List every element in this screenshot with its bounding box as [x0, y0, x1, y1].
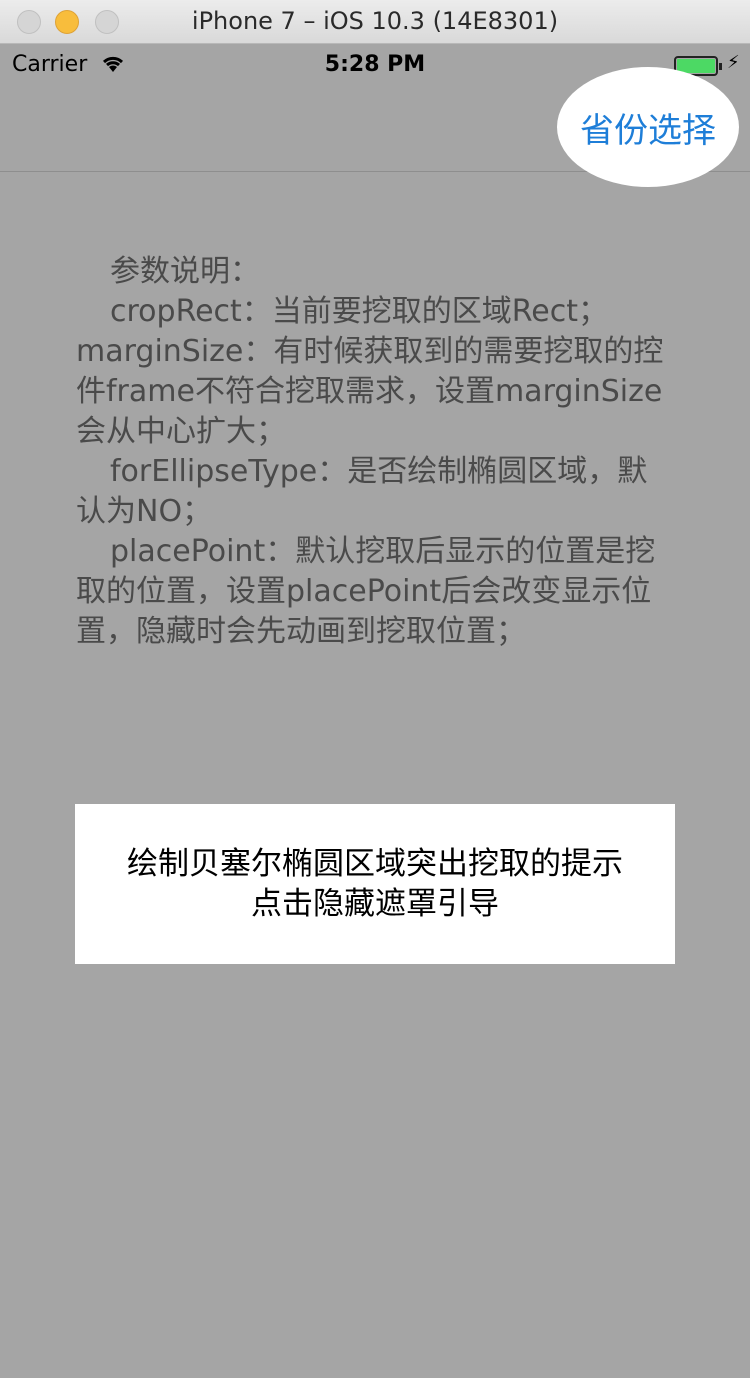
description-line: cropRect：当前要挖取的区域Rect；marginSize：有时候获取到的…: [76, 294, 664, 449]
simulator-title-bar: iPhone 7 – iOS 10.3 (14E8301): [0, 0, 750, 44]
guide-tip-box[interactable]: 绘制贝塞尔椭圆区域突出挖取的提示 点击隐藏遮罩引导: [75, 804, 675, 964]
parameter-description: 参数说明： cropRect：当前要挖取的区域Rect；marginSize：有…: [76, 252, 676, 652]
description-line: forEllipseType：是否绘制椭圆区域，默认为NO；: [76, 454, 648, 529]
window-title: iPhone 7 – iOS 10.3 (14E8301): [191, 7, 559, 35]
tip-line-1: 绘制贝塞尔椭圆区域突出挖取的提示: [127, 846, 623, 882]
tip-line-2: 点击隐藏遮罩引导: [251, 886, 499, 922]
description-line: 参数说明：: [110, 254, 260, 289]
description-line: placePoint：默认挖取后显示的位置是挖取的位置，设置placePoint…: [76, 534, 656, 649]
province-select-button[interactable]: 省份选择: [557, 67, 739, 187]
